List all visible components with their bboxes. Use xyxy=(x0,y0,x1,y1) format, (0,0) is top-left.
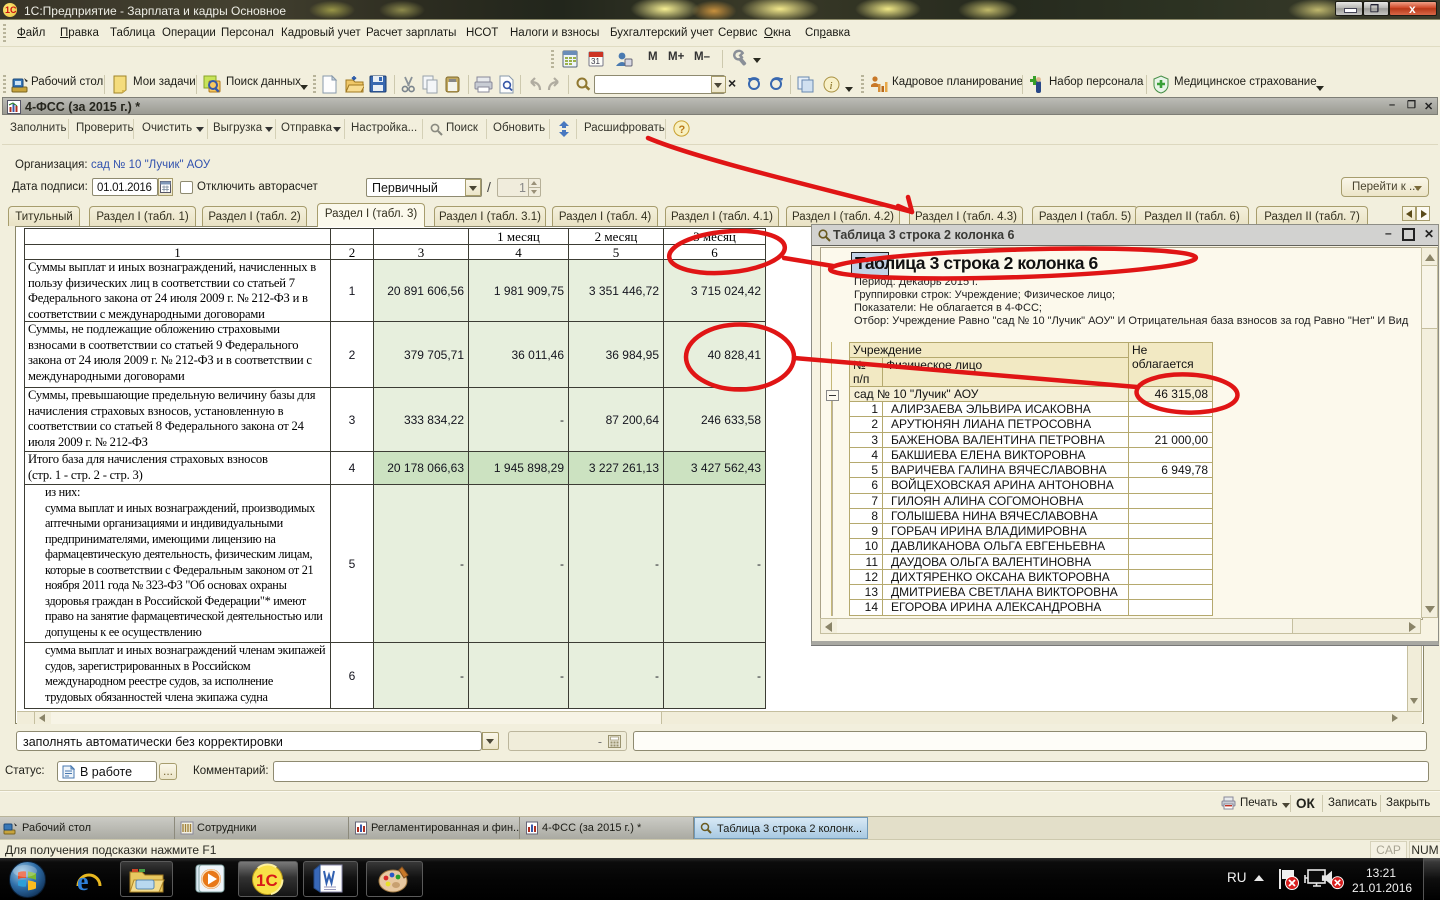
svg-text:e: e xyxy=(77,867,89,895)
svg-text:31: 31 xyxy=(591,57,600,66)
svg-text:1С: 1С xyxy=(256,871,278,890)
svg-text:i: i xyxy=(830,80,833,92)
svg-text:?: ? xyxy=(679,124,686,136)
